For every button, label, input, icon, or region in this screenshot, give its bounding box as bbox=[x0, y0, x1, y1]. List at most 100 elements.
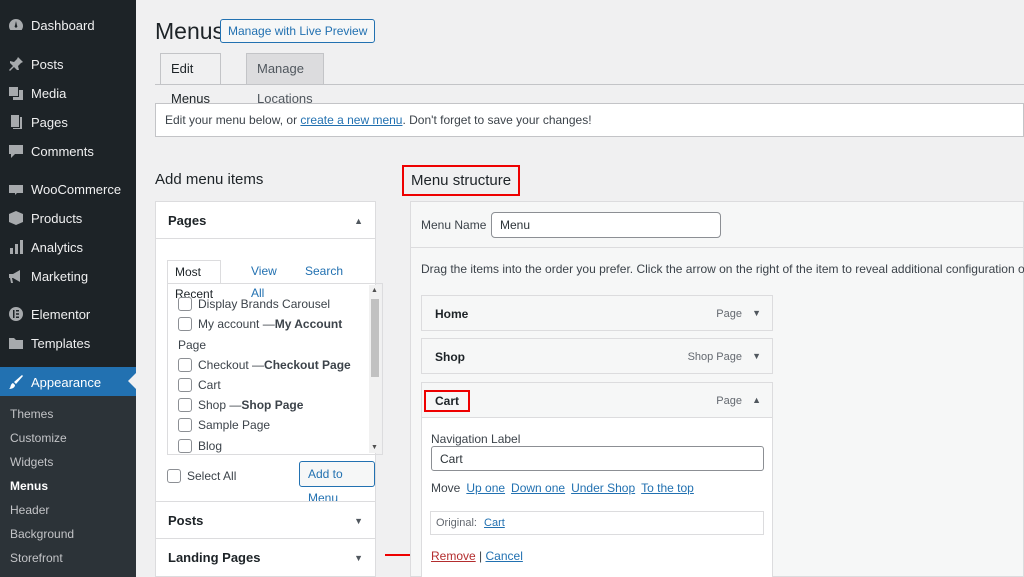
expand-arrow-icon[interactable]: ▼ bbox=[752, 308, 761, 318]
list-item[interactable]: Display Brands Carousel bbox=[178, 297, 330, 311]
landing-pages-panel-header[interactable]: Landing Pages ▼ bbox=[156, 539, 375, 575]
sidebar-item-media[interactable]: Media bbox=[0, 79, 136, 107]
admin-sidebar: Dashboard Posts Media Pages Comments Woo… bbox=[0, 0, 136, 577]
submenu-widgets[interactable]: Widgets bbox=[10, 455, 53, 469]
move-under-shop-link[interactable]: Under Shop bbox=[571, 481, 635, 495]
original-link[interactable]: Cart bbox=[484, 517, 505, 529]
sidebar-item-products[interactable]: Products bbox=[0, 204, 136, 232]
submenu-menus[interactable]: Menus bbox=[10, 479, 48, 493]
checkbox[interactable] bbox=[178, 378, 192, 392]
submenu-themes[interactable]: Themes bbox=[10, 407, 53, 421]
tab-most-recent[interactable]: Most Recent bbox=[167, 260, 222, 301]
pages-panel-header[interactable]: Pages ▲ bbox=[156, 202, 375, 238]
menu-item-home[interactable]: Home Page ▼ bbox=[421, 295, 773, 331]
menu-item-type: Shop Page bbox=[687, 351, 742, 363]
move-down-one-link[interactable]: Down one bbox=[511, 481, 565, 495]
item-label: Display Brands Carousel bbox=[198, 297, 331, 311]
submenu-header[interactable]: Header bbox=[10, 503, 49, 517]
add-menu-items-heading: Add menu items bbox=[155, 171, 264, 188]
checkbox[interactable] bbox=[178, 358, 192, 372]
menu-item-type: Page bbox=[716, 308, 742, 320]
landing-pages-panel: Landing Pages ▼ bbox=[155, 538, 376, 577]
sidebar-item-label: Templates bbox=[31, 335, 91, 351]
sidebar-item-analytics[interactable]: Analytics bbox=[0, 233, 136, 261]
create-menu-link[interactable]: create a new menu bbox=[300, 113, 402, 127]
expand-arrow-icon[interactable]: ▼ bbox=[752, 351, 761, 361]
menu-item-cart[interactable]: Cart Page ▲ bbox=[421, 382, 773, 418]
sidebar-item-comments[interactable]: Comments bbox=[0, 137, 136, 165]
sidebar-item-label: WooCommerce bbox=[31, 181, 122, 197]
nav-label-input[interactable]: Cart bbox=[431, 446, 764, 471]
page-title: Menus bbox=[155, 18, 225, 44]
list-item[interactable]: Blog bbox=[178, 439, 222, 453]
sidebar-item-label: Media bbox=[31, 85, 67, 101]
collapse-arrow-icon[interactable]: ▲ bbox=[752, 395, 761, 405]
pages-panel: Pages ▲ Most Recent View All Search Disp… bbox=[155, 201, 383, 538]
scroll-thumb[interactable] bbox=[371, 299, 379, 377]
menu-item-settings: Navigation Label Cart Move Up one Down one… bbox=[421, 418, 773, 577]
sidebar-item-dashboard[interactable]: Dashboard bbox=[0, 11, 136, 39]
main-content: Menus Manage with Live Preview Edit Menu… bbox=[136, 0, 1024, 577]
collapse-arrow-icon[interactable]: ▲ bbox=[354, 216, 363, 226]
original-label: Original: bbox=[436, 517, 477, 529]
list-item[interactable]: My account — My Account bbox=[178, 317, 342, 331]
live-preview-button[interactable]: Manage with Live Preview bbox=[220, 19, 376, 43]
checkbox[interactable] bbox=[178, 398, 192, 412]
tab-view-all[interactable]: View All bbox=[244, 260, 284, 300]
scroll-down-icon[interactable]: ▼ bbox=[371, 444, 378, 451]
tab-manage-locations[interactable]: Manage Locations bbox=[246, 53, 324, 106]
checkbox[interactable] bbox=[178, 317, 192, 331]
menu-management-panel: Menu Name Menu Drag the items into the o… bbox=[410, 201, 1024, 577]
megaphone-icon bbox=[8, 268, 24, 284]
scrollbar[interactable]: ▲ ▼ bbox=[369, 285, 381, 453]
menu-name-input[interactable]: Menu bbox=[491, 212, 721, 238]
posts-panel-header[interactable]: Posts ▼ bbox=[156, 502, 375, 538]
dashboard-icon bbox=[8, 17, 24, 33]
submenu-background[interactable]: Background bbox=[10, 527, 74, 541]
chart-icon bbox=[8, 239, 24, 255]
list-item[interactable]: Checkout — Checkout Page bbox=[178, 358, 351, 372]
item-label-bold: Shop Page bbox=[241, 398, 304, 412]
sidebar-item-label: Comments bbox=[31, 143, 94, 159]
submenu-storefront[interactable]: Storefront bbox=[10, 551, 63, 565]
expand-arrow-icon[interactable]: ▼ bbox=[354, 553, 363, 563]
list-item[interactable]: Shop — Shop Page bbox=[178, 398, 303, 412]
sidebar-item-posts[interactable]: Posts bbox=[0, 50, 136, 78]
list-item[interactable]: Sample Page bbox=[178, 418, 270, 432]
cancel-link[interactable]: Cancel bbox=[486, 549, 523, 563]
add-to-menu-button[interactable]: Add to Menu bbox=[299, 461, 375, 505]
select-all-checkbox[interactable] bbox=[167, 469, 181, 483]
sidebar-item-templates[interactable]: Templates bbox=[0, 329, 136, 357]
sidebar-item-appearance[interactable]: Appearance bbox=[0, 367, 136, 397]
scroll-up-icon[interactable]: ▲ bbox=[371, 287, 378, 294]
sidebar-item-pages[interactable]: Pages bbox=[0, 108, 136, 136]
checkbox[interactable] bbox=[178, 418, 192, 432]
menu-item-type: Page bbox=[716, 395, 742, 407]
remove-link[interactable]: Remove bbox=[431, 549, 476, 563]
item-actions: Remove | Cancel bbox=[431, 549, 523, 563]
item-label: Cart bbox=[198, 378, 221, 392]
move-up-one-link[interactable]: Up one bbox=[466, 481, 505, 495]
sidebar-item-marketing[interactable]: Marketing bbox=[0, 262, 136, 290]
nav-label-caption: Navigation Label bbox=[431, 432, 521, 446]
sidebar-item-label: Elementor bbox=[31, 306, 91, 322]
item-label: Shop — bbox=[198, 398, 242, 412]
sidebar-item-label: Marketing bbox=[31, 268, 89, 284]
checkbox[interactable] bbox=[178, 439, 192, 453]
checkbox[interactable] bbox=[178, 297, 192, 311]
tab-search[interactable]: Search bbox=[298, 260, 350, 284]
pages-checklist: Display Brands Carousel My account — My … bbox=[167, 283, 383, 455]
menu-item-shop[interactable]: Shop Shop Page ▼ bbox=[421, 338, 773, 374]
tab-divider bbox=[155, 84, 1024, 85]
move-to-top-link[interactable]: To the top bbox=[641, 481, 694, 495]
expand-arrow-icon[interactable]: ▼ bbox=[354, 516, 363, 526]
sidebar-item-elementor[interactable]: Elementor bbox=[0, 300, 136, 328]
list-item[interactable]: Cart bbox=[178, 378, 221, 392]
tab-edit-menus[interactable]: Edit Menus bbox=[160, 53, 222, 106]
select-all-row[interactable]: Select All bbox=[167, 469, 236, 483]
sidebar-item-woocommerce[interactable]: WooCommerce bbox=[0, 175, 136, 203]
submenu-customize[interactable]: Customize bbox=[10, 431, 67, 445]
move-label: Move bbox=[431, 481, 461, 495]
item-label: Blog bbox=[198, 439, 223, 453]
notice-text-before: Edit your menu below, or bbox=[165, 113, 301, 127]
